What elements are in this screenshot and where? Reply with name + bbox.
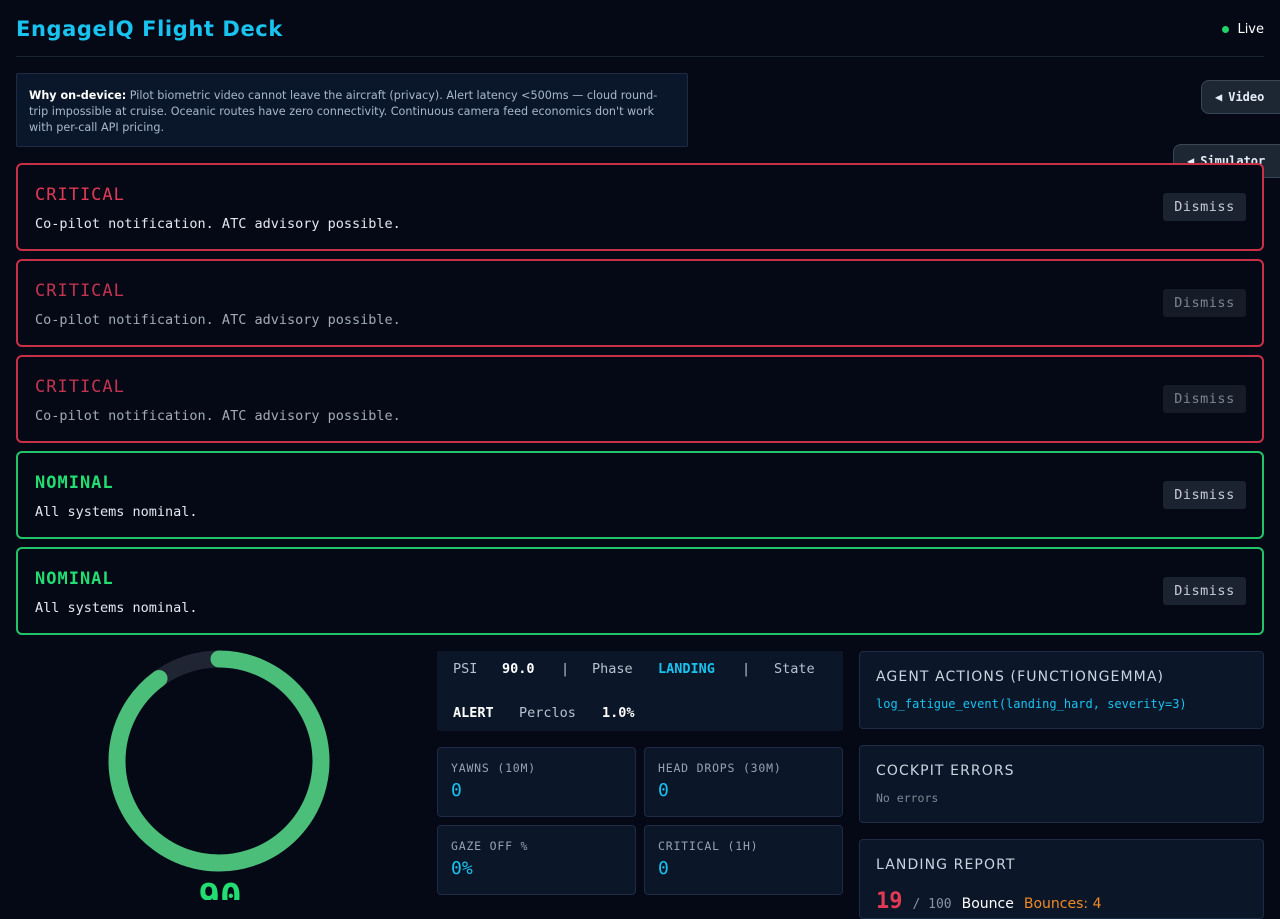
metric-label: GAZE OFF % [451,839,529,853]
metric-critical: CRITICAL (1H) 0 [644,825,843,895]
status-separator: | [742,661,751,677]
panel-title: COCKPIT ERRORS [876,763,1015,779]
state-label: State [774,661,815,677]
alert-level: NOMINAL [35,473,114,493]
metric-value: 0 [451,780,462,801]
perclos-value: 1.0% [602,705,635,721]
phase-value: LANDING [658,661,715,677]
alert-message: Co-pilot notification. ATC advisory poss… [35,408,401,424]
info-heading: Why on-device: [29,89,127,102]
psi-label: PSI [453,661,478,677]
alert-card: CRITICAL Co-pilot notification. ATC advi… [16,355,1264,443]
dismiss-button[interactable]: Dismiss [1163,385,1246,413]
metric-value: 0% [451,858,473,879]
live-indicator: Live [1222,22,1264,37]
alert-card: CRITICAL Co-pilot notification. ATC advi… [16,163,1264,251]
landing-score: 19 [876,889,903,914]
alert-message: Co-pilot notification. ATC advisory poss… [35,312,401,328]
alert-message: Co-pilot notification. ATC advisory poss… [35,216,401,232]
gauge-value: 90 [198,877,242,900]
agent-action-entry: log_fatigue_event(landing_hard, severity… [876,697,1187,711]
dismiss-button[interactable]: Dismiss [1163,289,1246,317]
video-tab-label: Video [1228,90,1265,104]
agent-actions-panel: AGENT ACTIONS (FUNCTIONGEMMA) log_fatigu… [859,651,1264,729]
app-title: EngageIQ Flight Deck [16,17,283,41]
dismiss-button[interactable]: Dismiss [1163,481,1246,509]
metric-yawns: YAWNS (10M) 0 [437,747,636,817]
landing-classification: Bounce [961,896,1014,912]
metric-value: 0 [658,858,669,879]
alert-card: CRITICAL Co-pilot notification. ATC advi… [16,259,1264,347]
metric-label: HEAD DROPS (30M) [658,761,782,775]
psi-gauge-ring [108,650,330,872]
landing-bounces: Bounces: 4 [1023,896,1102,912]
gauge-value-arc [108,650,330,872]
live-label: Live [1237,22,1264,37]
alert-level: CRITICAL [35,185,125,205]
metric-value: 0 [658,780,669,801]
alert-message: All systems nominal. [35,504,198,520]
phase-label: Phase [592,661,633,677]
metric-label: CRITICAL (1H) [658,839,759,853]
cockpit-errors-panel: COCKPIT ERRORS No errors [859,745,1264,823]
alert-card: NOMINAL All systems nominal. Dismiss [16,547,1264,635]
panel-title: AGENT ACTIONS (FUNCTIONGEMMA) [876,669,1165,685]
triangle-left-icon: ◀ [1215,90,1223,104]
state-value: ALERT [453,705,494,721]
perclos-label: Perclos [519,705,576,721]
no-errors-text: No errors [876,791,939,805]
metric-label: YAWNS (10M) [451,761,536,775]
alert-level: NOMINAL [35,569,114,589]
metric-head-drops: HEAD DROPS (30M) 0 [644,747,843,817]
alert-message: All systems nominal. [35,600,198,616]
landing-score-max: / 100 [912,897,952,912]
dismiss-button[interactable]: Dismiss [1163,193,1246,221]
dismiss-button[interactable]: Dismiss [1163,577,1246,605]
video-panel-toggle-button[interactable]: ◀ Video [1201,80,1280,114]
landing-report-panel: LANDING REPORT 19 / 100 Bounce Bounces: … [859,839,1264,919]
landing-summary: 19 / 100 Bounce Bounces: 4 [876,889,1101,914]
metric-gaze-off: GAZE OFF % 0% [437,825,636,895]
status-strip: PSI 90.0 | Phase LANDING | State ALERT P… [437,651,843,731]
panel-title: LANDING REPORT [876,857,1016,873]
psi-gauge: 90 [100,643,340,900]
app-header: EngageIQ Flight Deck Live [16,0,1264,57]
alert-level: CRITICAL [35,281,125,301]
on-device-info: Why on-device: Pilot biometric video can… [16,73,688,147]
alert-card: NOMINAL All systems nominal. Dismiss [16,451,1264,539]
psi-value: 90.0 [502,661,535,677]
alert-level: CRITICAL [35,377,125,397]
live-status-dot-icon [1222,26,1230,33]
status-separator: | [561,661,570,677]
